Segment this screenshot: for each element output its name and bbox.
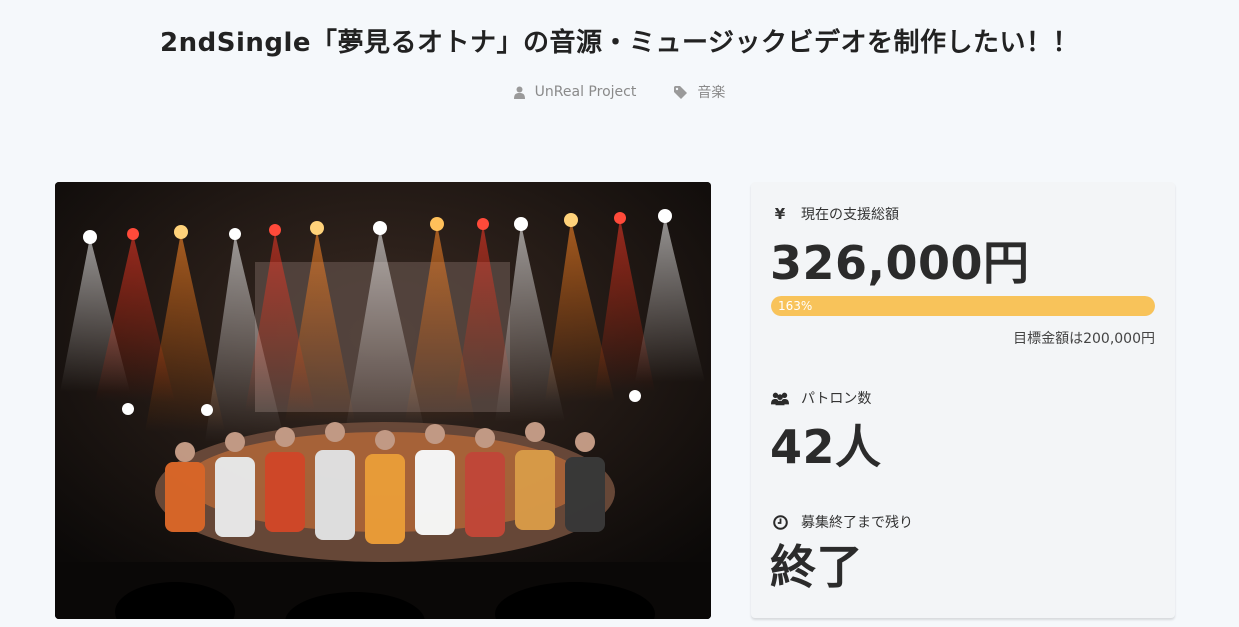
tag-icon [674, 85, 688, 99]
remaining-label: 募集終了まで残り [801, 515, 913, 531]
raised-amount: 326,000円 [770, 236, 1030, 290]
patrons-label: パトロン数 [801, 391, 872, 407]
patrons-count: 42人 [770, 420, 882, 474]
goal-amount: 目標金額は200,000円 [1013, 331, 1155, 347]
stage-photo [55, 182, 711, 619]
remaining-label-row: 募集終了まで残り [771, 512, 913, 532]
progress-percent: 163% [778, 299, 813, 313]
owner-meta[interactable]: UnReal Project [513, 82, 637, 102]
category-link[interactable]: 音楽 [697, 82, 725, 102]
patrons-label-row: パトロン数 [771, 388, 871, 408]
project-title: 2ndSingle「夢見るオトナ」の音源・ミュージックビデオを制作したい！！ [160, 28, 1079, 58]
raised-label: 現在の支援総額 [801, 207, 899, 223]
progress-fill: 163% [771, 296, 1155, 316]
project-meta: UnReal Project 音楽 [0, 82, 1239, 102]
yen-icon: ¥ [774, 205, 786, 223]
user-icon [513, 86, 525, 99]
project-main-image [55, 182, 711, 619]
remaining-value: 終了 [770, 540, 863, 594]
clock-icon [771, 514, 789, 530]
category-meta[interactable]: 音楽 [674, 82, 725, 102]
funding-progress-bar: 163% [771, 296, 1155, 316]
users-icon [771, 391, 789, 406]
owner-link[interactable]: UnReal Project [535, 84, 637, 100]
funding-panel: ¥ 現在の支援総額 326,000円 163% 目標金額は200,000円 パト… [751, 182, 1175, 618]
raised-label-row: ¥ 現在の支援総額 [771, 204, 899, 224]
